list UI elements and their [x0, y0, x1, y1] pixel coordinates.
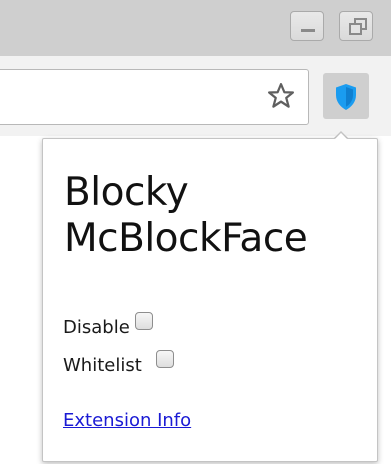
restore-button[interactable] [339, 11, 373, 41]
extension-button[interactable] [323, 73, 369, 119]
window-titlebar [0, 0, 391, 56]
browser-toolbar [0, 56, 391, 136]
shield-icon [336, 84, 356, 110]
whitelist-checkbox[interactable] [155, 350, 174, 368]
disable-label: Disable [63, 316, 130, 338]
minimize-icon [301, 29, 315, 32]
address-bar[interactable] [0, 69, 309, 125]
minimize-button[interactable] [290, 11, 324, 41]
restore-icon-front [349, 23, 362, 35]
disable-checkbox[interactable] [134, 312, 153, 330]
whitelist-label: Whitelist [63, 354, 142, 376]
popup-arrow-inner [334, 133, 348, 140]
extension-info-link[interactable]: Extension Info [63, 410, 191, 431]
star-outline-icon[interactable] [266, 81, 296, 111]
browser-window: Blocky McBlockFace Disable Whitelist Ext… [0, 0, 391, 464]
popup-title: Blocky McBlockFace [64, 170, 308, 261]
disable-option: Disable [63, 312, 153, 338]
extension-popup: Blocky McBlockFace Disable Whitelist Ext… [42, 138, 378, 462]
whitelist-option: Whitelist [63, 350, 174, 376]
